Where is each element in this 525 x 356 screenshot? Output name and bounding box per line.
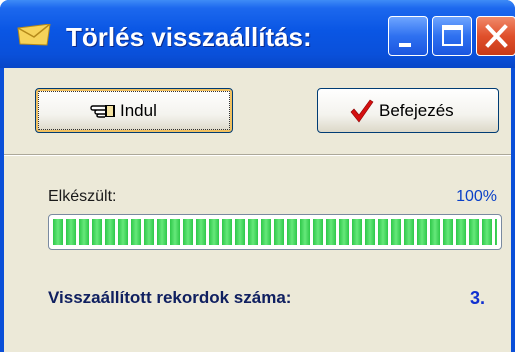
- close-icon: [485, 24, 508, 48]
- progress-bar: [48, 214, 502, 250]
- maximize-button[interactable]: [432, 16, 472, 56]
- minimize-icon: [399, 43, 411, 47]
- restored-records-value: 3.: [470, 288, 486, 308]
- pointing-hand-icon: [90, 102, 116, 125]
- close-button[interactable]: [476, 16, 515, 56]
- finish-button[interactable]: Befejezés: [317, 88, 499, 133]
- progress-fill: [53, 219, 497, 245]
- progress-label: Elkészült:: [48, 188, 117, 205]
- dialog-window: Törlés visszaállítás: Indul Befejezés El…: [0, 0, 515, 352]
- window-title: Törlés visszaállítás:: [66, 22, 312, 52]
- start-button[interactable]: Indul: [35, 88, 233, 133]
- separator: [4, 154, 511, 156]
- dialog-body: Indul Befejezés Elkészült: 100% Visszaál…: [4, 68, 511, 352]
- minimize-button[interactable]: [388, 16, 428, 56]
- progress-percent: 100%: [456, 188, 497, 205]
- checkmark-icon: [348, 98, 374, 129]
- title-bar[interactable]: Törlés visszaállítás:: [0, 0, 515, 68]
- maximize-icon: [442, 25, 463, 46]
- start-button-label: Indul: [120, 101, 157, 120]
- restored-records-label: Visszaállított rekordok száma:: [48, 288, 292, 307]
- envelope-icon: [17, 23, 51, 46]
- finish-button-label: Befejezés: [379, 101, 454, 120]
